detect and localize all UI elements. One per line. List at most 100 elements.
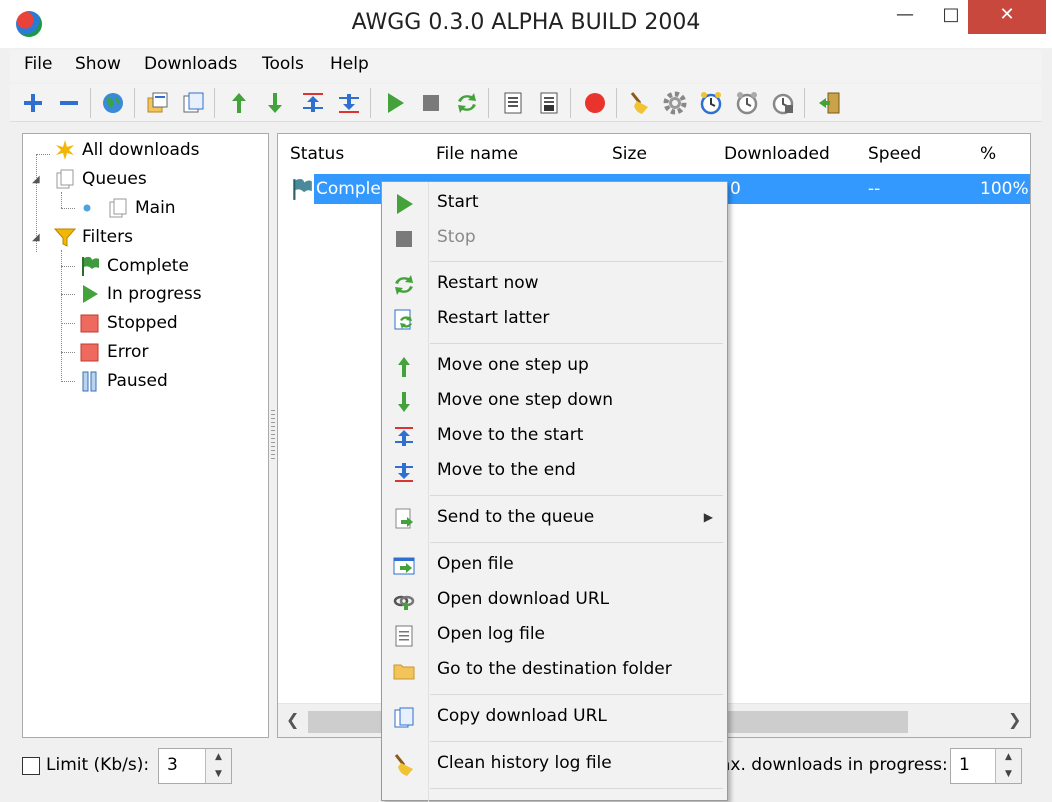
spin-down-icon[interactable]: ▼	[996, 766, 1021, 783]
restart-icon	[395, 275, 413, 295]
menu-send-to-queue[interactable]: Send to the queue ▶	[384, 501, 725, 535]
close-button[interactable]: ✕	[968, 0, 1046, 34]
menu-move-end[interactable]: Move to the end	[384, 454, 725, 488]
menu-copy-url[interactable]: Copy download URL	[384, 700, 725, 734]
menu-separator	[430, 542, 723, 543]
scheduler2-icon[interactable]	[770, 90, 796, 116]
tree-line	[61, 192, 62, 208]
new-queue-icon[interactable]	[144, 90, 170, 116]
column-downloaded[interactable]: Downloaded	[712, 134, 858, 172]
limit-checkbox[interactable]	[22, 757, 40, 775]
log2-icon[interactable]	[536, 90, 562, 116]
tree-item-filters[interactable]: Filters	[54, 225, 133, 249]
spin-up-icon[interactable]: ▲	[206, 749, 231, 766]
tree-item-all-downloads[interactable]: All downloads	[56, 138, 200, 162]
menu-goto-folder[interactable]: Go to the destination folder	[384, 653, 725, 687]
stop-icon[interactable]	[418, 90, 444, 116]
tree-item-complete[interactable]: Complete	[82, 254, 189, 278]
tree-label: Queues	[82, 169, 147, 189]
splitter-handle[interactable]	[271, 410, 275, 460]
tree-line	[61, 266, 75, 267]
menu-move-start[interactable]: Move to the start	[384, 419, 725, 453]
spinner-buttons[interactable]: ▲ ▼	[995, 749, 1021, 783]
menu-move-down[interactable]: Move one step down	[384, 384, 725, 418]
tree-item-in-progress[interactable]: In progress	[83, 282, 202, 306]
column-speed[interactable]: Speed	[856, 134, 970, 172]
collapse-icon[interactable]: ◢	[32, 233, 42, 243]
broom-icon[interactable]	[626, 90, 652, 116]
column-file-name[interactable]: File name	[424, 134, 602, 172]
menu-stop[interactable]: Stop	[384, 221, 725, 255]
tree-item-error[interactable]: Error	[80, 340, 149, 364]
send-queue-icon	[395, 508, 413, 529]
menu-label: Open file	[437, 554, 514, 574]
menu-start[interactable]: Start	[384, 186, 725, 220]
column-size[interactable]: Size	[600, 134, 714, 172]
globe-icon[interactable]	[100, 90, 126, 116]
tree-item-stopped[interactable]: Stopped	[80, 311, 178, 335]
tree-item-paused[interactable]: Paused	[82, 369, 168, 393]
menu-label: Go to the destination folder	[437, 659, 672, 679]
remove-icon[interactable]	[56, 90, 82, 116]
menu-open-log[interactable]: Open log file	[384, 618, 725, 652]
menu-label: Move to the end	[437, 460, 576, 480]
add-icon[interactable]	[20, 90, 46, 116]
tree-item-main[interactable]: Main	[109, 196, 176, 220]
tree-item-queues[interactable]: Queues	[56, 167, 147, 191]
toolbar-separator	[370, 88, 371, 118]
max-downloads-spinner[interactable]: 1 ▲ ▼	[950, 748, 1022, 784]
spin-down-icon[interactable]: ▼	[206, 766, 231, 783]
tree-label: Error	[107, 342, 149, 362]
menu-open-url[interactable]: Open download URL	[384, 583, 725, 617]
menu-file[interactable]: File	[24, 54, 52, 74]
spin-up-icon[interactable]: ▲	[996, 749, 1021, 766]
menu-label: Start	[437, 192, 479, 212]
limit-spinner[interactable]: 3 ▲ ▼	[158, 748, 232, 784]
stop-icon	[396, 231, 412, 247]
spinner-buttons[interactable]: ▲ ▼	[205, 749, 231, 783]
copy-icon[interactable]	[180, 90, 206, 116]
clock-icon[interactable]	[698, 90, 724, 116]
menu-tools[interactable]: Tools	[262, 54, 304, 74]
play-icon[interactable]	[382, 90, 408, 116]
menu-show[interactable]: Show	[75, 54, 121, 74]
down-arrow-icon[interactable]	[262, 90, 288, 116]
gear-icon[interactable]	[662, 90, 688, 116]
row-status: Comple	[316, 179, 381, 199]
minimize-button[interactable]: —	[882, 0, 928, 34]
move-bottom-icon	[395, 463, 413, 482]
menu-open-file[interactable]: Open file	[384, 548, 725, 582]
menu-move-up[interactable]: Move one step up	[384, 349, 725, 383]
log-icon[interactable]	[500, 90, 526, 116]
scroll-right-icon[interactable]: ❯	[1008, 710, 1021, 729]
toolbar-separator	[616, 88, 617, 118]
copy-icon	[394, 707, 414, 728]
queue-icon	[56, 169, 74, 189]
play-icon	[83, 285, 98, 303]
scheduler-icon[interactable]	[734, 90, 760, 116]
menu-help[interactable]: Help	[330, 54, 369, 74]
scroll-left-icon[interactable]: ❮	[286, 710, 299, 729]
limit-value: 3	[167, 755, 178, 775]
tree-line	[61, 250, 62, 382]
restart-icon[interactable]	[454, 90, 480, 116]
link-icon	[393, 595, 415, 610]
column-percent[interactable]: %	[968, 134, 1030, 172]
row-speed: --	[868, 179, 881, 199]
menu-separator	[430, 694, 723, 695]
column-status[interactable]: Status	[278, 134, 426, 172]
menu-clean-log[interactable]: Clean history log file	[384, 747, 725, 781]
filter-tree: All downloads ◢ Queues Main ◢ Filters Co…	[22, 133, 269, 738]
collapse-icon[interactable]: ◢	[32, 175, 42, 185]
exit-icon[interactable]	[816, 90, 842, 116]
move-bottom-icon[interactable]	[336, 90, 362, 116]
toolbar-separator	[488, 88, 489, 118]
move-top-icon[interactable]	[300, 90, 326, 116]
toolbar-separator	[804, 88, 805, 118]
menu-downloads[interactable]: Downloads	[144, 54, 237, 74]
menu-restart-later[interactable]: Restart latter	[384, 302, 725, 336]
menu-restart-now[interactable]: Restart now	[384, 267, 725, 301]
tree-line	[61, 294, 75, 295]
up-arrow-icon[interactable]	[226, 90, 252, 116]
record-icon[interactable]	[582, 90, 608, 116]
